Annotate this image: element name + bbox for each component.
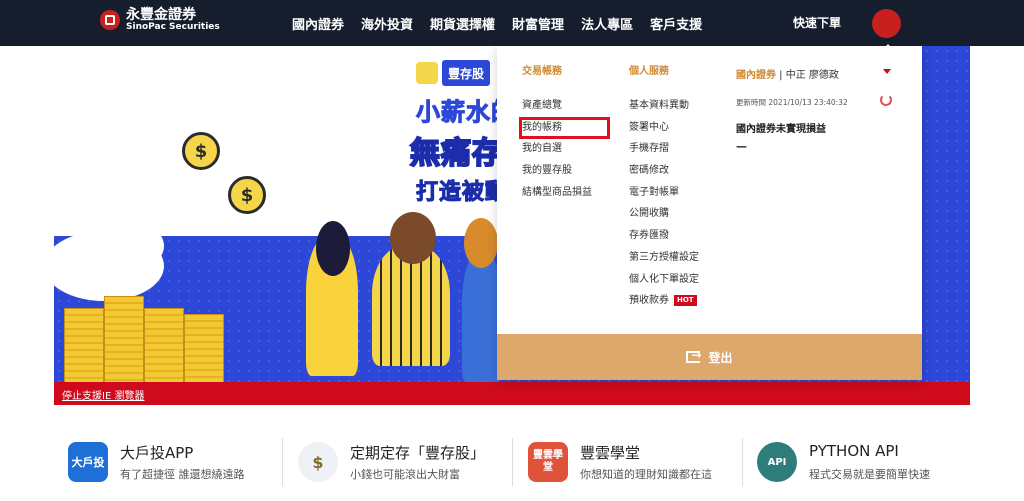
hot-badge: HOT <box>674 294 697 306</box>
coin-stack <box>104 296 144 382</box>
menu-item-tender-offer[interactable]: 公開收購 <box>629 203 699 225</box>
nav-domestic-securities[interactable]: 國內證券 <box>292 14 344 33</box>
logout-label: 登出 <box>708 350 733 365</box>
divider <box>742 438 743 486</box>
menu-item-signing-center[interactable]: 簽署中心 <box>629 117 699 139</box>
account-brand: 國內證券 <box>736 70 776 81</box>
feature-row: 大戶投 大戶投APP 有了超捷徑 誰還想繞遠路 $ 定期定存「豐存股」 小錢也可… <box>0 420 1024 501</box>
cloud-shape <box>94 221 164 271</box>
feature-desc: 小錢也可能滾出大財富 <box>350 468 460 481</box>
promo-headline-2: 無痛存 <box>409 135 503 172</box>
logo-english-name: SinoPac Securities <box>126 22 220 32</box>
menu-item-password-change[interactable]: 密碼修改 <box>629 160 699 182</box>
app-icon: 大戶投 <box>68 442 108 482</box>
logo-text: 永豐金證券 SinoPac Securities <box>126 8 220 32</box>
ie-notice-bar <box>54 382 970 405</box>
feature-title: 大戶投APP <box>120 444 194 462</box>
coin-stack <box>184 314 224 382</box>
thumbs-up-icon <box>416 62 438 84</box>
menu-item-third-party-auth[interactable]: 第三方授權設定 <box>629 247 699 269</box>
feature-desc: 你想知道的理財知識都在這 <box>580 468 712 481</box>
account-selector[interactable]: 國內證券 | 中正 廖德政 <box>736 66 839 81</box>
menu-item-securities-transfer[interactable]: 存券匯撥 <box>629 225 699 247</box>
nav-futures-options[interactable]: 期貨選擇權 <box>430 14 495 33</box>
divider <box>282 438 283 486</box>
menu-item-prepayment-label: 預收款券 <box>629 295 669 307</box>
dollar-coin-icon: $ <box>228 176 266 214</box>
menu-item-my-stock-saving[interactable]: 我的豐存股 <box>522 160 592 182</box>
coin-stack <box>144 308 184 382</box>
person-illustration <box>316 221 350 276</box>
personal-service-column: 個人服務 基本資料異動 簽署中心 手機存摺 密碼修改 電子對帳單 公開收購 存券… <box>629 62 699 312</box>
menu-item-my-watchlist[interactable]: 我的自選 <box>522 138 592 160</box>
person-illustration <box>462 252 502 382</box>
nav-wealth-management[interactable]: 財富管理 <box>512 14 564 33</box>
logout-icon <box>686 348 702 363</box>
nav-overseas-investment[interactable]: 海外投資 <box>361 14 413 33</box>
update-timestamp: 更新時間 2021/10/13 23:40:32 <box>736 98 848 107</box>
unrealized-pnl-value: — <box>736 140 747 153</box>
menu-item-e-statement[interactable]: 電子對帳單 <box>629 182 699 204</box>
menu-item-profile-change[interactable]: 基本資料異動 <box>629 95 699 117</box>
account-separator: | <box>776 70 786 81</box>
menu-item-structured-products[interactable]: 結構型商品損益 <box>522 182 592 204</box>
unrealized-pnl-label: 國內證券未實現損益 <box>736 124 826 135</box>
feature-title: 定期定存「豐存股」 <box>350 444 486 462</box>
sinopac-logo[interactable]: 永豐金證券 SinoPac Securities <box>100 8 220 32</box>
main-nav: 國內證券 海外投資 期貨選擇權 財富管理 法人專區 客戶支援 <box>292 14 719 33</box>
piggy-bank-icon: $ <box>298 442 338 482</box>
account-user-name: 中正 廖德政 <box>785 70 839 81</box>
menu-item-order-settings[interactable]: 個人化下單設定 <box>629 269 699 291</box>
person-illustration <box>464 218 498 268</box>
column-title-trading: 交易帳務 <box>522 66 562 77</box>
nav-institutional[interactable]: 法人專區 <box>581 14 633 33</box>
menu-item-mobile-passbook[interactable]: 手機存摺 <box>629 138 699 160</box>
promo-badge: 豐存股 <box>442 60 491 86</box>
column-title-personal: 個人服務 <box>629 66 669 77</box>
menu-item-prepayment[interactable]: 預收款券 HOT <box>629 290 699 312</box>
logout-button[interactable]: 登出 <box>497 334 922 380</box>
banner-right-edge <box>922 46 970 382</box>
refresh-icon[interactable] <box>880 94 892 106</box>
account-dropdown-icon[interactable] <box>883 69 891 74</box>
feature-desc: 有了超捷徑 誰還想繞遠路 <box>120 468 245 481</box>
promo-headline-3: 打造被動 <box>415 180 509 206</box>
sinopac-logo-icon <box>100 10 120 30</box>
coin-stack <box>64 308 104 382</box>
user-avatar-button[interactable] <box>872 9 901 38</box>
person-illustration <box>372 246 450 366</box>
feature-title: PYTHON API <box>809 442 899 460</box>
logo-chinese-name: 永豐金證券 <box>126 7 196 23</box>
highlight-box <box>519 117 610 139</box>
stop-ie-support-link[interactable]: 停止支援IE 瀏覽器 <box>62 387 144 402</box>
quick-order-button[interactable]: 快速下單 <box>793 14 841 31</box>
feature-desc: 程式交易就是要簡單快速 <box>809 468 930 481</box>
api-icon: API <box>757 442 797 482</box>
menu-item-asset-overview[interactable]: 資產總覽 <box>522 95 592 117</box>
nav-customer-support[interactable]: 客戶支援 <box>650 14 702 33</box>
dollar-coin-icon: $ <box>182 132 220 170</box>
divider <box>512 438 513 486</box>
account-dropdown-menu: 交易帳務 資產總覽 我的帳務 我的自選 我的豐存股 結構型商品損益 個人服務 基… <box>497 46 922 380</box>
academy-icon: 豐雲學堂 <box>528 442 568 482</box>
feature-title: 豐雲學堂 <box>580 444 641 462</box>
person-illustration <box>390 212 436 264</box>
